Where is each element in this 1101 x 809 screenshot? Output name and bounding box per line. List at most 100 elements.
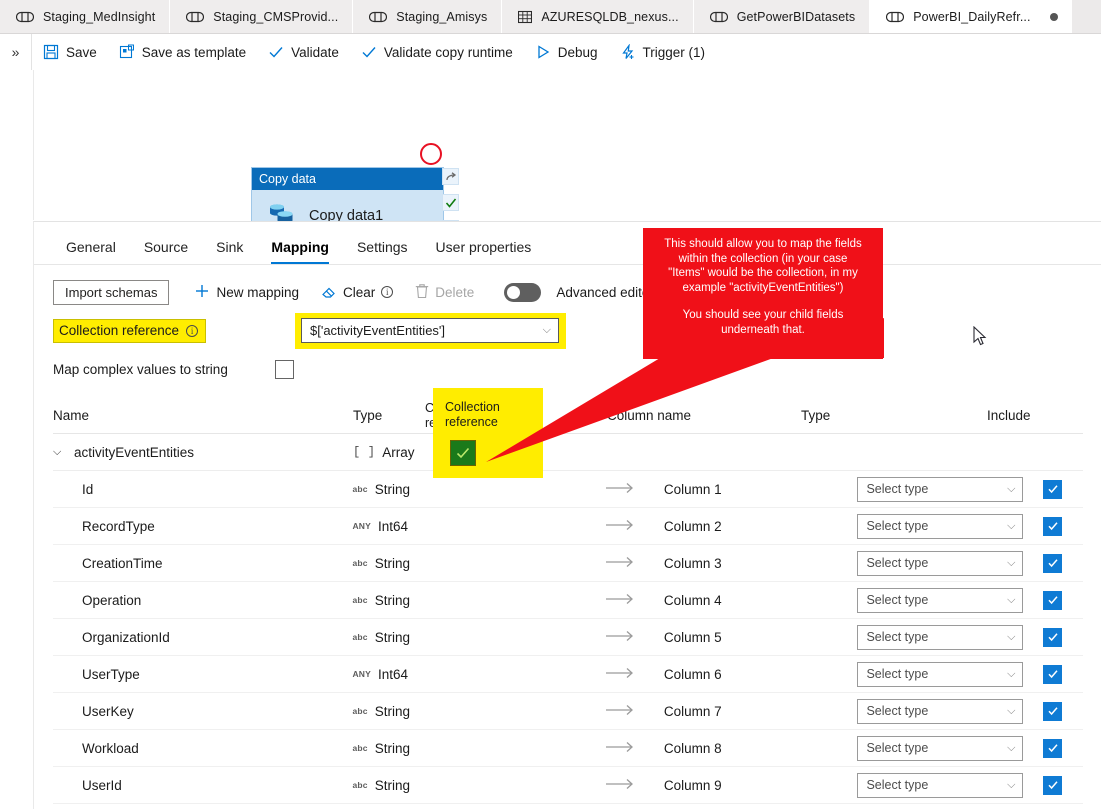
tab-sink-label: Sink — [216, 239, 244, 255]
table-row[interactable]: UserType ANY Int64 Column 6 Select type ⌵ — [53, 656, 1083, 693]
debug-label: Debug — [557, 44, 598, 60]
table-row[interactable]: Workload abc String Column 8 Select type ⌵ — [53, 730, 1083, 767]
field-name: activityEventEntities — [74, 444, 195, 460]
sink-type-value: Select type — [866, 741, 929, 755]
string-type-badge: abc — [352, 632, 368, 642]
plus-icon — [194, 283, 210, 302]
double-chevron-right-icon: » — [11, 44, 20, 60]
collection-reference-info-icon[interactable]: i — [186, 324, 199, 337]
sink-type-dropdown[interactable]: Select type ⌵ — [857, 587, 1024, 613]
sink-type-dropdown[interactable]: Select type ⌵ — [857, 772, 1024, 798]
include-checkbox[interactable] — [1043, 553, 1063, 573]
header-include: Include — [987, 408, 1031, 423]
delete-mapping-button[interactable]: Delete — [404, 279, 485, 305]
include-checkbox[interactable] — [1043, 516, 1063, 536]
save-as-template-button[interactable]: Save as template — [108, 37, 257, 67]
advanced-editor-toggle[interactable] — [504, 282, 542, 302]
save-icon — [43, 44, 59, 60]
sink-type-dropdown[interactable]: Select type ⌵ — [857, 735, 1024, 761]
pipeline-canvas[interactable]: Copy data Copy data1 — [33, 70, 1101, 279]
tab-source[interactable]: Source — [130, 239, 202, 264]
chevron-down-icon: ⌵ — [1007, 593, 1016, 606]
header-type: Type — [353, 408, 383, 423]
tab-mapping[interactable]: Mapping — [257, 239, 343, 264]
success-output-icon[interactable] — [442, 194, 459, 211]
save-button[interactable]: Save — [32, 37, 108, 67]
sink-type-dropdown[interactable]: Select type ⌵ — [857, 698, 1024, 724]
chevron-down-icon[interactable]: ⌵ — [53, 446, 64, 459]
string-type-badge: abc — [352, 706, 368, 716]
header-column-name: Column name — [607, 408, 692, 423]
mapping-toolbar: Import schemas New mapping Clear i Delet… — [34, 265, 1101, 305]
trigger-icon — [620, 44, 636, 60]
sink-type-dropdown[interactable]: Select type ⌵ — [857, 624, 1024, 650]
sink-type-value: Select type — [866, 704, 929, 718]
include-checkbox[interactable] — [1043, 479, 1063, 499]
pipeline-icon — [709, 11, 728, 23]
collection-reference-checkbox[interactable] — [450, 440, 476, 466]
map-complex-values-checkbox[interactable] — [275, 360, 294, 379]
validate-label: Validate — [291, 44, 339, 60]
mapping-table-header: Name Type Collection reference Column na… — [53, 398, 1083, 434]
collection-reference-row: Collection reference i $['activityEventE… — [34, 313, 1101, 349]
table-row[interactable]: Id abc String Column 1 Select type ⌵ — [53, 471, 1083, 508]
collection-reference-dropdown[interactable]: $['activityEventEntities'] ⌵ — [301, 318, 559, 343]
skip-output-icon[interactable] — [442, 168, 459, 185]
table-row[interactable]: OrganizationId abc String Column 5 Select… — [53, 619, 1083, 656]
sink-type-value: Select type — [866, 482, 929, 496]
tab-user-properties[interactable]: User properties — [422, 239, 546, 264]
table-row[interactable]: RecordType ANY Int64 Column 2 Select type… — [53, 508, 1083, 545]
pipeline-icon — [186, 11, 205, 23]
tab-settings[interactable]: Settings — [343, 239, 422, 264]
debug-button[interactable]: Debug — [524, 37, 609, 67]
advanced-editor-toggle-group[interactable]: Advanced editor — [493, 279, 665, 305]
tab-sink[interactable]: Sink — [202, 239, 257, 264]
chevron-down-icon: ⌵ — [1007, 667, 1016, 680]
save-as-template-icon — [119, 44, 135, 60]
include-checkbox[interactable] — [1043, 775, 1063, 795]
table-row[interactable]: UserKey abc String Column 7 Select type ⌵ — [53, 693, 1083, 730]
include-checkbox[interactable] — [1043, 590, 1063, 610]
clear-info-icon[interactable]: i — [381, 286, 394, 298]
editor-tab-strip: Staging_MedInsight Staging_CMSProvid... … — [0, 0, 1101, 34]
include-checkbox[interactable] — [1043, 627, 1063, 647]
table-row[interactable]: ⌵ activityEventEntities [ ] Array — [53, 434, 1083, 471]
include-checkbox[interactable] — [1043, 664, 1063, 684]
tab-staging-amisys[interactable]: Staging_Amisys — [353, 0, 503, 33]
tab-general[interactable]: General — [52, 239, 130, 264]
clear-button[interactable]: Clear i — [310, 279, 404, 305]
sink-column-name: Column 3 — [663, 555, 722, 571]
tab-staging-cmsprovid[interactable]: Staging_CMSProvid... — [170, 0, 354, 33]
validate-button[interactable]: Validate — [257, 37, 350, 67]
tab-azuresqldb-nexus[interactable]: AZURESQLDB_nexus... — [502, 0, 694, 33]
unsaved-changes-dot — [1049, 12, 1058, 21]
table-row[interactable]: UserId abc String Column 9 Select type ⌵ — [53, 767, 1083, 804]
include-checkbox[interactable] — [1043, 701, 1063, 721]
sink-type-value: Select type — [866, 630, 929, 644]
tab-powerbi-dailyrefresh[interactable]: PowerBI_DailyRefr... — [870, 0, 1072, 33]
mapping-table: Name Type Collection reference Column na… — [34, 398, 1101, 804]
save-label: Save — [66, 44, 97, 60]
sink-type-dropdown[interactable]: Select type ⌵ — [857, 476, 1024, 502]
map-arrow-icon — [605, 630, 664, 645]
include-checkbox[interactable] — [1043, 738, 1063, 758]
field-name: UserKey — [82, 703, 134, 719]
tab-staging-medinsight[interactable]: Staging_MedInsight — [0, 0, 171, 33]
table-row[interactable]: Operation abc String Column 4 Select type… — [53, 582, 1083, 619]
sink-type-dropdown[interactable]: Select type ⌵ — [857, 550, 1024, 576]
mouse-cursor — [973, 325, 989, 353]
expand-sidebar-button[interactable]: » — [0, 34, 32, 70]
new-mapping-button[interactable]: New mapping — [183, 279, 310, 305]
collection-reference-value: $['activityEventEntities'] — [310, 323, 446, 338]
tab-getpowerbidatasets[interactable]: GetPowerBIDatasets — [693, 0, 871, 33]
table-row[interactable]: CreationTime abc String Column 3 Select t… — [53, 545, 1083, 582]
trigger-button[interactable]: Trigger (1) — [609, 37, 717, 67]
chevron-down-icon: ⌵ — [1007, 778, 1016, 791]
field-type: Array — [382, 444, 415, 460]
import-schemas-button[interactable]: Import schemas — [53, 279, 170, 305]
validate-copy-runtime-button[interactable]: Validate copy runtime — [350, 37, 524, 67]
map-arrow-icon — [605, 482, 664, 497]
sink-type-dropdown[interactable]: Select type ⌵ — [857, 513, 1024, 539]
sink-type-dropdown[interactable]: Select type ⌵ — [857, 661, 1024, 687]
activity-type-header: Copy data — [252, 168, 443, 190]
